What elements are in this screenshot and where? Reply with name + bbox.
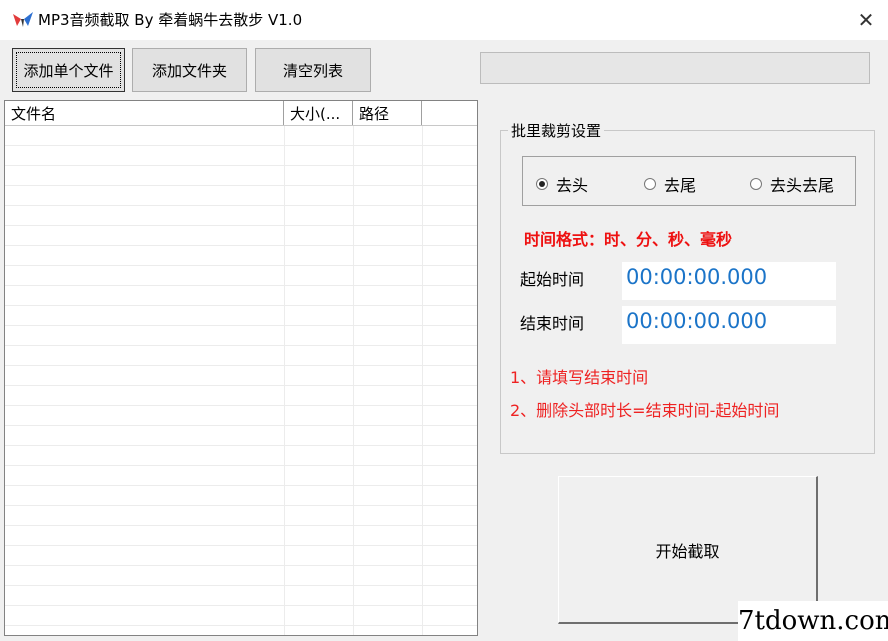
radio-trim-both[interactable]: 去头去尾 — [750, 172, 834, 196]
end-time-input[interactable]: 00:00:00.000 — [622, 306, 836, 344]
progress-bar — [480, 52, 870, 84]
radio-label: 去头 — [556, 176, 589, 195]
column-header-path[interactable]: 路径 — [353, 101, 422, 125]
clear-list-button[interactable]: 清空列表 — [255, 48, 371, 92]
radio-label: 去头去尾 — [770, 176, 835, 195]
title-bar: MP3音频截取 By 牵着蜗牛去散步 V1.0 ✕ — [0, 0, 888, 40]
note-fill-end-time: 1、请填写结束时间 — [510, 368, 649, 387]
radio-button-icon — [536, 178, 548, 190]
column-header-filename[interactable]: 文件名 — [5, 101, 284, 125]
window-title: MP3音频截取 By 牵着蜗牛去散步 V1.0 — [38, 11, 303, 29]
time-format-hint: 时间格式：时、分、秒、毫秒 — [524, 230, 733, 249]
radio-button-icon — [644, 178, 656, 190]
file-list-rows — [5, 126, 477, 635]
column-divider — [284, 126, 285, 635]
watermark: 7tdown.com — [738, 601, 888, 641]
column-header-size[interactable]: 大小(... — [284, 101, 353, 125]
bird-logo-icon — [13, 12, 33, 27]
radio-button-icon — [750, 178, 762, 190]
batch-settings-title: 批里裁剪设置 — [508, 120, 605, 141]
add-folder-button[interactable]: 添加文件夹 — [132, 48, 247, 92]
radio-trim-tail[interactable]: 去尾 — [644, 172, 696, 196]
column-divider — [353, 126, 354, 635]
radio-label: 去尾 — [664, 176, 697, 195]
start-time-input[interactable]: 00:00:00.000 — [622, 262, 836, 300]
add-single-file-button[interactable]: 添加单个文件 — [12, 48, 125, 92]
start-time-label: 起始时间 — [520, 270, 585, 289]
file-list-header: 文件名 大小(... 路径 — [5, 101, 477, 126]
radio-trim-head[interactable]: 去头 — [536, 172, 588, 196]
note-duration-formula: 2、删除头部时长=结束时间-起始时间 — [510, 401, 780, 420]
close-icon[interactable]: ✕ — [852, 6, 880, 34]
column-divider — [422, 126, 423, 635]
end-time-label: 结束时间 — [520, 314, 585, 333]
file-list[interactable]: 文件名 大小(... 路径 — [4, 100, 478, 636]
